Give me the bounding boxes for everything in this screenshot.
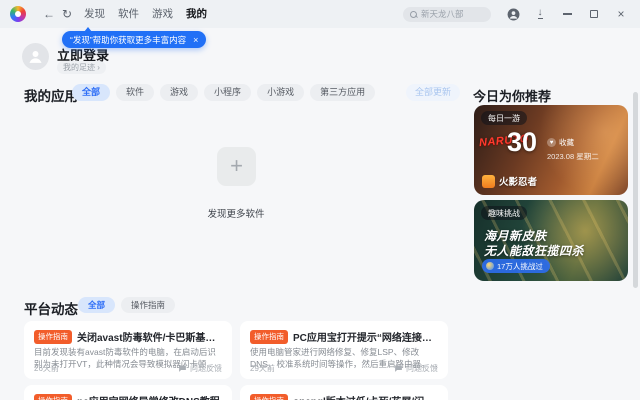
nav-tab-discover[interactable]: 发现 [84,0,105,28]
feed-card-time: 29天前 [250,364,275,373]
collect-row[interactable]: ♥ 收藏 [547,137,574,148]
feedback-link[interactable]: 问题反馈 [394,363,438,374]
my-apps-filters: 全部 软件 游戏 小程序 小游戏 第三方应用 [72,84,376,101]
feedback-label: 问题反馈 [190,364,222,373]
heart-icon: ♥ [547,138,556,147]
chat-icon [179,365,186,372]
update-all-button[interactable]: 全部更新 [406,84,461,101]
filter-thirdparty[interactable]: 第三方应用 [310,84,376,101]
calendar-date: 2023.08 星期二 [547,152,599,161]
user-account-icon[interactable] [504,5,522,23]
feed-card-time: 26天前 [34,364,59,373]
feed-card[interactable]: 操作指南 关闭avast防毒软件/卡巴斯基减少卡顿现象 目前发现装有avast防… [24,321,232,379]
refresh-icon[interactable]: ↻ [58,5,76,23]
app-logo-icon[interactable] [10,6,26,22]
feed-grid: 操作指南 关闭avast防毒软件/卡巴斯基减少卡顿现象 目前发现装有avast防… [24,321,448,400]
feed-card[interactable]: 操作指南 pc应用宝网络异常修改DNS教程 [24,385,232,400]
challenge-stat-label: 17万人挑战过 [497,261,543,271]
guide-tag: 操作指南 [34,393,72,400]
feed-filters: 全部 操作指南 [78,297,176,313]
my-apps-title: 我的应用 [24,89,78,104]
search-icon [410,10,417,18]
filter-miniprogram[interactable]: 小程序 [204,84,252,101]
tooltip-close-icon[interactable]: × [193,35,198,45]
chat-icon [395,365,402,372]
feedback-link[interactable]: 问题反馈 [178,363,222,374]
feed-filter-all[interactable]: 全部 [78,297,116,313]
tooltip-text: “发现”帮助你获取更多丰富内容 [70,34,187,45]
feed-title: 平台动态 [24,302,78,317]
feed-card-title: PC应用宝打开提示“网络连接错误” [293,333,438,344]
search-input[interactable] [421,9,484,19]
main-nav: 发现 软件 游戏 我的 [84,0,207,28]
plus-icon: + [230,152,243,178]
app-window: ← ↻ 发现 软件 游戏 我的 ↓ × “发现”帮助你获取更多丰富内容 × [0,0,640,400]
nav-tab-software[interactable]: 软件 [118,0,139,28]
search-box[interactable] [403,6,491,22]
filter-software[interactable]: 软件 [116,84,155,101]
discover-tooltip: “发现”帮助你获取更多丰富内容 × [62,27,207,48]
daily-game-name: 火影忍者 [499,177,538,188]
feed-card-title: 关闭avast防毒软件/卡巴斯基减少卡顿现象 [77,333,222,344]
nav-tab-mine[interactable]: 我的 [186,0,207,28]
recommend-title: 今日为你推荐 [473,89,552,104]
filter-minigames[interactable]: 小游戏 [257,84,305,101]
feed-card-title: opengl版本过低/卡死/花屏/闪退，升级显卡驱动… [293,393,438,400]
guide-tag: 操作指南 [250,329,288,344]
feedback-label: 问题反馈 [406,364,438,373]
feed-card[interactable]: 操作指南 PC应用宝打开提示“网络连接错误” 使用电脑管家进行网络修复、修复LS… [240,321,448,379]
my-footprints-link[interactable]: 我的足迹 › [57,61,106,74]
avatar[interactable] [22,43,49,70]
daily-game-badge: 每日一游 [481,111,527,125]
game-app-icon [482,174,495,188]
scrollbar-thumb[interactable] [633,92,638,288]
challenge-stat-icon [486,262,494,270]
filter-games[interactable]: 游戏 [160,84,199,101]
daily-game-row: 火影忍者 [482,174,537,188]
guide-tag: 操作指南 [34,329,72,344]
nav-tab-games[interactable]: 游戏 [152,0,173,28]
challenge-card[interactable]: 趣味挑战 海月新皮肤 无人能敌狂揽四杀 17万人挑战过 [474,200,628,281]
minimize-icon[interactable] [558,5,576,23]
guide-tag: 操作指南 [250,393,288,400]
feed-card-title: pc应用宝网络异常修改DNS教程 [77,393,220,400]
challenge-badge: 趣味挑战 [481,206,527,220]
challenge-line2: 无人能敌狂揽四杀 [484,244,585,258]
collect-label: 收藏 [559,138,574,147]
add-more-apps-button[interactable]: + [217,147,256,186]
add-more-label: 发现更多软件 [207,209,265,220]
download-icon[interactable]: ↓ [531,5,549,23]
back-icon[interactable]: ← [40,5,58,23]
calendar-day: 30 [507,127,538,157]
filter-all[interactable]: 全部 [72,84,111,101]
challenge-stat: 17万人挑战过 [482,259,550,273]
feed-card[interactable]: 操作指南 opengl版本过低/卡死/花屏/闪退，升级显卡驱动… [240,385,448,400]
close-icon[interactable]: × [612,5,630,23]
topbar: ← ↻ 发现 软件 游戏 我的 ↓ × [0,0,640,28]
daily-game-card[interactable]: 每日一游 NARUTO 30 ♥ 收藏 2023.08 星期二 火影忍者 [474,105,628,195]
feed-filter-guide[interactable]: 操作指南 [121,297,176,313]
maximize-icon[interactable] [585,5,603,23]
